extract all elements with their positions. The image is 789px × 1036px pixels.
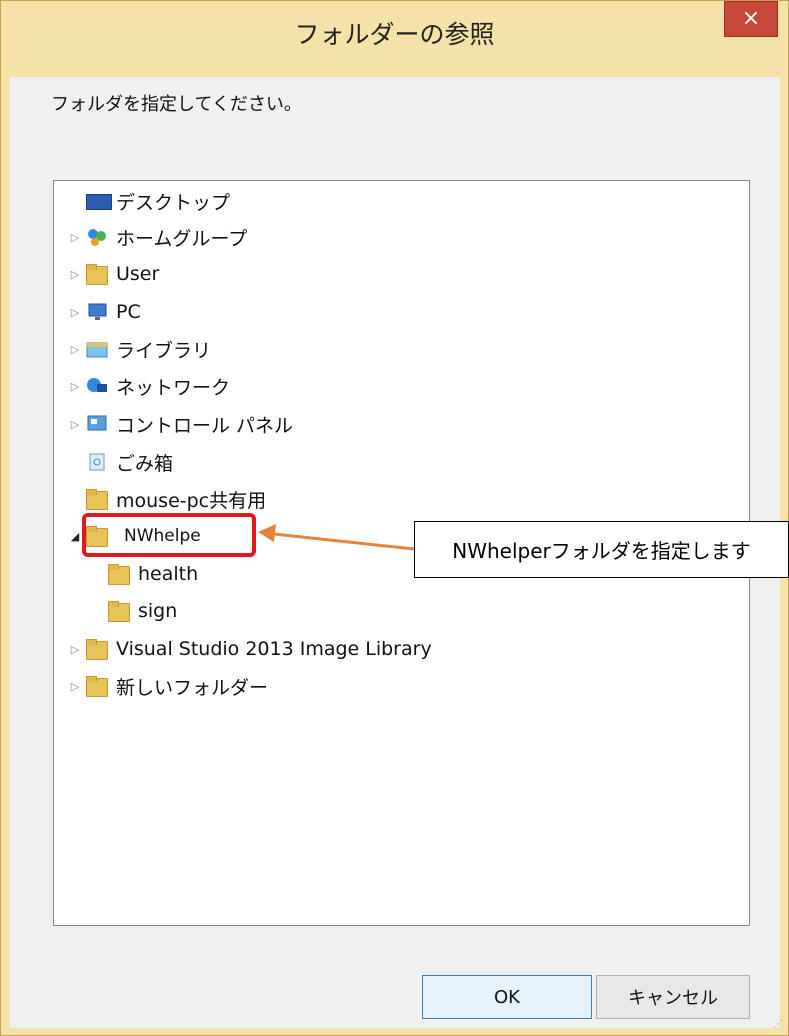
folder-icon [86, 489, 108, 510]
folder-icon [86, 676, 108, 697]
tree-item-label: コントロール パネル [116, 414, 294, 437]
tree-item-label: sign [138, 600, 178, 622]
tree-item-homegroup[interactable]: ▷ ホームグループ [68, 219, 248, 255]
folder-icon [86, 639, 108, 660]
expand-icon[interactable]: ▷ [68, 268, 82, 281]
tree-item-label: Visual Studio 2013 Image Library [116, 638, 432, 660]
tree-item-user[interactable]: ▷ User [68, 256, 159, 292]
close-button[interactable]: × [724, 1, 778, 37]
tree-item-label: mouse-pc共有用 [116, 489, 267, 512]
desktop-icon [86, 191, 112, 211]
tree-item-desktop[interactable]: デスクトップ [68, 183, 230, 219]
expand-icon[interactable]: ▷ [68, 643, 82, 656]
tree-item-recycle-bin[interactable]: ごみ箱 [68, 444, 173, 480]
recycle-bin-icon [86, 452, 108, 472]
folder-icon [108, 601, 130, 622]
title-bar[interactable]: フォルダーの参照 × [1, 1, 788, 77]
tree-item-sign[interactable]: sign [90, 593, 177, 629]
tree-item-label: health [138, 563, 199, 585]
folder-icon [108, 564, 130, 585]
tree-item-label: 新しいフォルダー [116, 676, 269, 699]
tree-item-label: ライブラリ [116, 339, 212, 362]
expand-icon[interactable]: ▷ [68, 418, 82, 431]
expand-icon[interactable]: ▷ [68, 380, 82, 393]
collapse-icon[interactable]: ◢ [68, 530, 82, 543]
tree-item-vs-image-library[interactable]: ▷ Visual Studio 2013 Image Library [68, 631, 432, 667]
dialog-title: フォルダーの参照 [294, 20, 495, 49]
highlight-frame [82, 513, 256, 557]
tree-item-label: PC [116, 301, 141, 323]
control-panel-icon [86, 414, 108, 434]
tree-item-label: ごみ箱 [116, 452, 174, 475]
expand-icon[interactable]: ▷ [68, 343, 82, 356]
tree-item-control-panel[interactable]: ▷ コントロール パネル [68, 406, 293, 442]
tree-item-network[interactable]: ▷ ネットワーク [68, 368, 230, 404]
expand-icon[interactable]: ▷ [68, 231, 82, 244]
expand-icon[interactable]: ▷ [68, 680, 82, 693]
tree-item-label: ネットワーク [116, 376, 231, 399]
tree-item-label: デスクトップ [116, 191, 231, 214]
ok-button[interactable]: OK [422, 975, 592, 1019]
tree-item-library[interactable]: ▷ ライブラリ [68, 331, 211, 367]
tree-item-label: User [116, 263, 160, 285]
expand-icon[interactable]: ▷ [68, 306, 82, 319]
callout-box: NWhelperフォルダを指定します [414, 521, 789, 578]
tree-item-health[interactable]: health [90, 556, 198, 592]
pc-icon [86, 302, 108, 322]
network-icon [86, 376, 108, 396]
cancel-button[interactable]: キャンセル [596, 975, 750, 1019]
tree-item-label: ホームグループ [116, 227, 248, 250]
library-icon [86, 339, 108, 359]
tree-item-new-folder[interactable]: ▷ 新しいフォルダー [68, 668, 268, 704]
instruction-text: フォルダを指定してください。 [51, 94, 302, 115]
tree-item-pc[interactable]: ▷ PC [68, 294, 141, 330]
tree-item-mouse-pc[interactable]: mouse-pc共有用 [68, 481, 266, 517]
resize-grip-icon[interactable]: ⋰ [773, 1019, 783, 1030]
user-folder-icon [86, 264, 108, 285]
homegroup-icon [86, 227, 108, 247]
